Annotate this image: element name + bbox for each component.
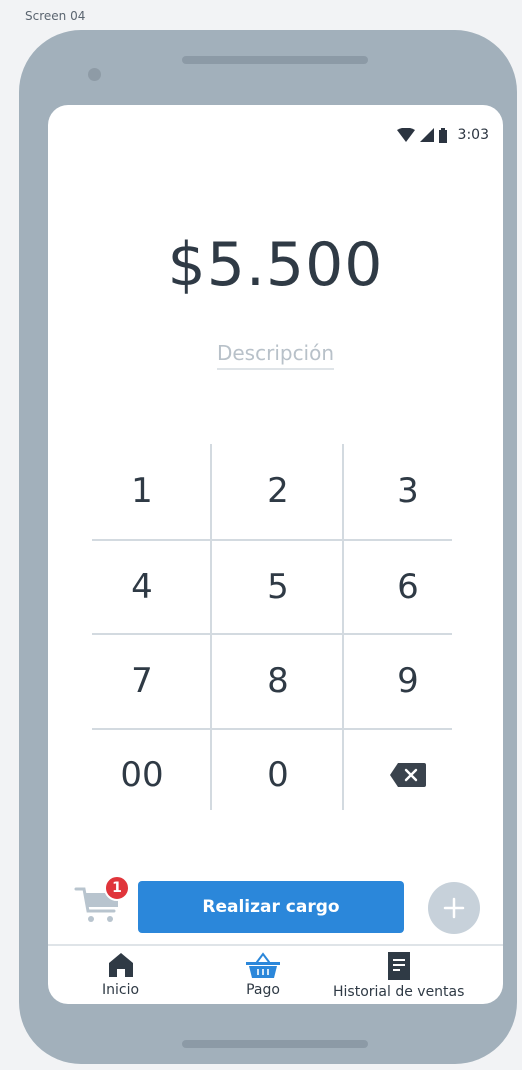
speaker-bar	[182, 56, 368, 64]
key-5[interactable]: 5	[228, 557, 328, 617]
camera-dot	[88, 68, 101, 81]
home-icon	[108, 953, 133, 977]
keypad-divider	[92, 633, 452, 635]
status-bar: 3:03	[396, 126, 489, 144]
description-input[interactable]: Descripción	[216, 341, 335, 370]
key-1[interactable]: 1	[92, 461, 192, 521]
phone-frame: 3:03 $5.500 Descripción 1 2 3 4 5 6 7 8 …	[19, 30, 517, 1064]
basket-icon	[246, 952, 280, 978]
nav-divider	[48, 944, 503, 946]
description-wrapper: Descripción	[48, 341, 503, 370]
amount-display: $5.500	[167, 230, 384, 300]
key-0[interactable]: 0	[228, 745, 328, 805]
nav-item-inicio[interactable]: Inicio	[102, 952, 139, 998]
document-icon	[387, 952, 410, 980]
phone-screen: 3:03 $5.500 Descripción 1 2 3 4 5 6 7 8 …	[48, 105, 503, 1004]
wifi-icon	[396, 128, 415, 142]
keypad: 1 2 3 4 5 6 7 8 9 00 0	[92, 444, 452, 810]
key-7[interactable]: 7	[92, 651, 192, 711]
nav-item-historial[interactable]: Historial de ventas	[333, 952, 464, 1000]
nav-item-pago[interactable]: Pago	[244, 952, 282, 998]
key-9[interactable]: 9	[358, 651, 458, 711]
cart-badge: 1	[104, 875, 130, 901]
screen-label: Screen 04	[25, 9, 86, 23]
keypad-divider	[92, 539, 452, 541]
nav-item-label: Pago	[246, 982, 280, 998]
bottom-nav: Inicio Pago Historial de ventas	[48, 952, 503, 1004]
battery-icon	[438, 127, 447, 143]
key-4[interactable]: 4	[92, 557, 192, 617]
nav-item-label: Historial de ventas	[333, 984, 465, 1000]
key-00[interactable]: 00	[92, 745, 192, 805]
keypad-divider	[92, 728, 452, 730]
backspace-icon	[390, 763, 426, 787]
key-3[interactable]: 3	[358, 461, 458, 521]
keypad-divider	[342, 444, 344, 810]
keypad-divider	[210, 444, 212, 810]
charge-button[interactable]: Realizar cargo	[138, 881, 404, 933]
home-bar	[182, 1040, 368, 1048]
key-backspace[interactable]	[358, 745, 458, 805]
status-time: 3:03	[457, 127, 489, 143]
nav-item-label: Inicio	[102, 982, 140, 998]
signal-icon	[419, 128, 434, 142]
key-8[interactable]: 8	[228, 651, 328, 711]
plus-icon	[443, 897, 465, 919]
key-2[interactable]: 2	[228, 461, 328, 521]
add-button[interactable]	[428, 882, 480, 934]
key-6[interactable]: 6	[358, 557, 458, 617]
